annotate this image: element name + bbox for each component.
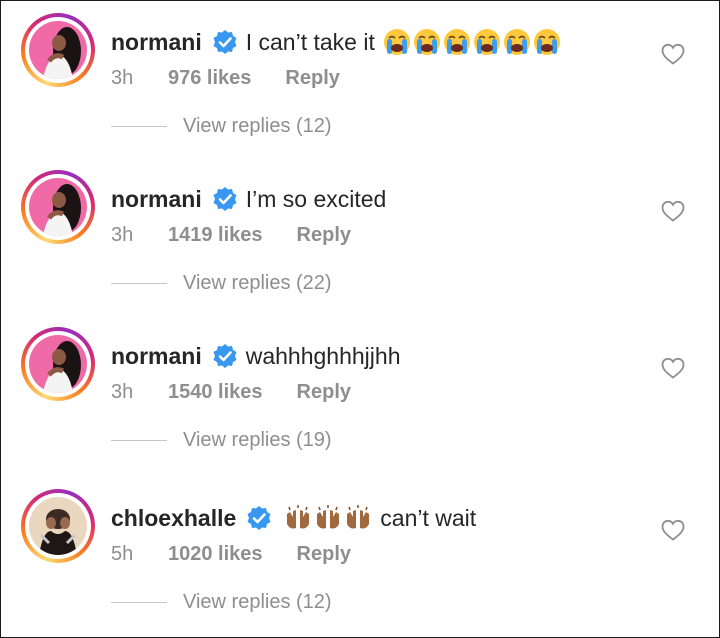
raising-hands-icon: [314, 504, 342, 532]
avatar-photo-normani: [29, 178, 87, 236]
comments-panel: normani I can’t take it 3h 976 likes Rep…: [0, 0, 720, 638]
comment-item: normani I can’t take it 3h 976 likes Rep…: [1, 1, 720, 158]
emoji-group: [284, 504, 372, 532]
reply-button[interactable]: Reply: [297, 224, 351, 247]
divider: [111, 282, 167, 284]
verified-badge-icon: [212, 186, 238, 212]
username-link[interactable]: normani: [111, 29, 202, 56]
loudly-crying-face-icon: [413, 28, 441, 56]
loudly-crying-face-icon: [503, 28, 531, 56]
reply-button[interactable]: Reply: [297, 543, 351, 566]
username-link[interactable]: chloexhalle: [111, 505, 236, 532]
username-link[interactable]: normani: [111, 186, 202, 213]
view-replies-label: View replies (22): [183, 271, 332, 294]
comment-item: normani wahhhghhhjjhh 3h 1540 likes Repl…: [1, 315, 720, 472]
like-heart-icon[interactable]: [661, 200, 685, 222]
avatar[interactable]: [21, 170, 95, 244]
raising-hands-icon: [284, 504, 312, 532]
avatar-photo-normani: [29, 335, 87, 393]
like-heart-icon[interactable]: [661, 357, 685, 379]
reply-button[interactable]: Reply: [285, 67, 339, 90]
comment-timestamp: 3h: [111, 66, 134, 89]
avatar-photo-chloexhalle: [29, 497, 87, 555]
comment-item: chloexhalle can’t wait 5h 1020 likes Rep…: [1, 477, 720, 634]
view-replies-label: View replies (19): [183, 428, 332, 451]
like-heart-icon[interactable]: [661, 43, 685, 65]
comment-timestamp: 3h: [111, 380, 134, 403]
emoji-group: [383, 28, 561, 56]
view-replies-label: View replies (12): [183, 114, 332, 137]
verified-badge-icon: [246, 505, 272, 531]
loudly-crying-face-icon: [533, 28, 561, 56]
loudly-crying-face-icon: [443, 28, 471, 56]
likes-count[interactable]: 1540 likes: [168, 381, 263, 404]
likes-count[interactable]: 1419 likes: [168, 224, 263, 247]
comment-text: can’t wait: [380, 504, 477, 531]
comment-timestamp: 3h: [111, 223, 134, 246]
view-replies-button[interactable]: View replies (12): [111, 113, 332, 139]
username-link[interactable]: normani: [111, 343, 202, 370]
comment-timestamp: 5h: [111, 542, 134, 565]
loudly-crying-face-icon: [473, 28, 501, 56]
likes-count[interactable]: 976 likes: [168, 67, 251, 90]
loudly-crying-face-icon: [383, 28, 411, 56]
avatar[interactable]: [21, 489, 95, 563]
view-replies-label: View replies (12): [183, 590, 332, 613]
view-replies-button[interactable]: View replies (12): [111, 589, 332, 615]
reply-button[interactable]: Reply: [297, 381, 351, 404]
avatar[interactable]: [21, 13, 95, 87]
like-heart-icon[interactable]: [661, 519, 685, 541]
divider: [111, 601, 167, 603]
verified-badge-icon: [212, 29, 238, 55]
divider: [111, 439, 167, 441]
likes-count[interactable]: 1020 likes: [168, 543, 263, 566]
verified-badge-icon: [212, 343, 238, 369]
avatar[interactable]: [21, 327, 95, 401]
divider: [111, 125, 167, 127]
comment-text: I can’t take it: [245, 28, 375, 55]
comment-text: wahhhghhhjjhh: [245, 342, 401, 369]
raising-hands-icon: [344, 504, 372, 532]
avatar-photo-normani: [29, 21, 87, 79]
view-replies-button[interactable]: View replies (22): [111, 270, 332, 296]
comment-text: I’m so excited: [245, 185, 387, 212]
comment-item: normani I’m so excited 3h 1419 likes Rep…: [1, 158, 720, 315]
view-replies-button[interactable]: View replies (19): [111, 427, 332, 453]
